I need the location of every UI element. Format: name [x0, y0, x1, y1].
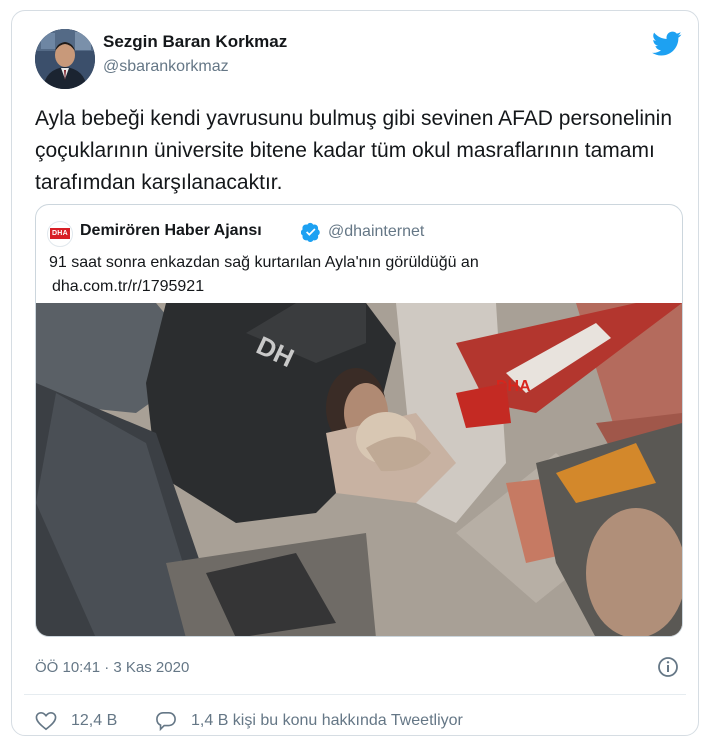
like-button[interactable]: 12,4 B: [35, 711, 117, 731]
like-count: 12,4 B: [71, 712, 118, 729]
verified-badge-icon: [300, 222, 321, 242]
discussion-link[interactable]: 1,4 B kişi bu konu hakkında Tweetliyor: [155, 711, 463, 731]
reply-bubble-icon: [156, 712, 176, 731]
tweet-time: ÖÖ 10:41: [35, 659, 101, 676]
rescue-photo[interactable]: DH DHA: [36, 303, 682, 636]
author-handle[interactable]: @sbarankorkmaz: [103, 58, 229, 76]
quoted-tweet[interactable]: DHA Demirören Haber Ajansı @dhainternet …: [35, 204, 683, 637]
quoted-link[interactable]: dha.com.tr/r/1795921: [49, 275, 479, 299]
tweet-date: 3 Kas 2020: [113, 659, 190, 676]
tweet-text: Ayla bebeği kendi yavrusunu bulmuş gibi …: [35, 107, 673, 194]
quoted-author-name[interactable]: Demirören Haber Ajansı: [80, 222, 262, 240]
twitter-bird-icon[interactable]: [652, 31, 682, 57]
quoted-text: 91 saat sonra enkazdan sağ kurtarılan Ay…: [49, 254, 479, 271]
divider: [24, 694, 686, 695]
avatar[interactable]: [35, 29, 95, 89]
heart-icon: [35, 711, 57, 731]
dha-logo[interactable]: DHA: [47, 221, 73, 247]
quoted-author-handle[interactable]: @dhainternet: [328, 223, 424, 241]
meta-separator: ·: [104, 659, 110, 676]
tweet-card: Sezgin Baran Korkmaz @sbarankorkmaz Ayla…: [11, 10, 699, 736]
discussion-text: 1,4 B kişi bu konu hakkında Tweetliyor: [191, 712, 463, 729]
dha-logo-text: DHA: [50, 228, 70, 239]
info-icon[interactable]: [657, 656, 679, 678]
tweet-timestamp[interactable]: ÖÖ 10:41 · 3 Kas 2020: [35, 659, 189, 676]
author-name[interactable]: Sezgin Baran Korkmaz: [103, 32, 287, 52]
quoted-text-block: 91 saat sonra enkazdan sağ kurtarılan Ay…: [49, 251, 479, 299]
